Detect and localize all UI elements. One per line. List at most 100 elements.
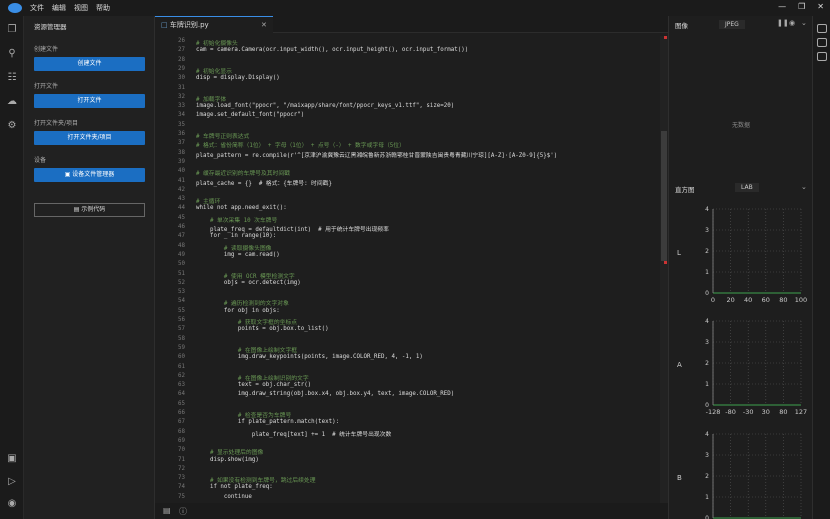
code-line: for obj in objs: xyxy=(196,307,280,314)
code-line: img = cam.read() xyxy=(196,251,280,258)
code-line: # 遍历检测到的文字对象 xyxy=(196,301,289,308)
code-line: points = obj.box.to_list() xyxy=(196,326,329,333)
search-icon[interactable]: ⚲ xyxy=(6,48,18,60)
code-editor: □ 车牌识别.py ✕ 26 # 初始化摄像头 27 cam = camera.Cam… xyxy=(155,16,668,519)
code-line: if not plate_freq: xyxy=(196,484,273,491)
book-icon[interactable]: ☷ xyxy=(6,72,18,84)
cloud-icon[interactable]: ☁ xyxy=(6,96,18,108)
histogram-plot: 43210-128-80-303080127 xyxy=(705,318,807,416)
close-icon[interactable]: ✕ xyxy=(817,2,824,11)
code-line: # 缓存最近识别的车牌号及其时间戳 xyxy=(196,171,290,178)
line-number: 58 xyxy=(178,335,185,342)
code-line: image.set_default_font("ppocr") xyxy=(196,112,305,119)
x-tick-label: 127 xyxy=(795,408,807,416)
line-number: 30 xyxy=(178,75,185,82)
menu-file[interactable]: 文件 xyxy=(30,3,44,13)
histogram-l: L 4 3 2 1 0 0 20 40 60 80 100 xyxy=(669,203,813,311)
line-number: 37 xyxy=(178,140,185,147)
line-number: 74 xyxy=(178,484,185,491)
minimize-icon[interactable]: — xyxy=(778,2,786,11)
pause-icon[interactable]: ❚❚ xyxy=(777,19,789,27)
code-line: # 初始化摄像头 xyxy=(196,41,238,47)
code-line: # 使用 OCR 模型检测文字 xyxy=(196,273,295,280)
chevron-down-icon[interactable]: ⌄ xyxy=(801,19,807,27)
window-icon[interactable] xyxy=(817,52,827,61)
menu-edit[interactable]: 编辑 xyxy=(52,3,66,13)
code-line: plate_freq[text] += 1 # 统计车牌号出现次数 xyxy=(196,431,392,438)
tab-plate-recognition[interactable]: □ 车牌识别.py ✕ xyxy=(155,16,273,33)
menu-view[interactable]: 视图 xyxy=(74,3,88,13)
info-icon[interactable]: ⓘ xyxy=(179,506,187,517)
line-number: 50 xyxy=(178,261,185,268)
code-line: for _ in range(10): xyxy=(196,233,277,240)
x-tick-label: 100 xyxy=(795,296,807,304)
code-line: # 获取文字框的坐标点 xyxy=(196,320,298,326)
line-number: 41 xyxy=(178,177,185,184)
open-file-button[interactable]: 打开文件 xyxy=(34,94,145,108)
code-line: text = obj.char_str() xyxy=(196,382,312,389)
menu-help[interactable]: 帮助 xyxy=(96,3,110,13)
open-folder-button[interactable]: 打开文件夹/项目 xyxy=(34,131,145,145)
line-number: 35 xyxy=(178,121,185,128)
y-tick-label: 2 xyxy=(705,248,709,255)
example-code-label: 示例代码 xyxy=(81,206,106,213)
x-tick-label: -80 xyxy=(725,408,736,416)
code-line: # 格式：省份简称（1位） + 字母（1位） + 点号（-） + 数字或字母（5… xyxy=(196,143,405,150)
restore-icon[interactable]: ❐ xyxy=(798,2,805,11)
line-number: 73 xyxy=(178,475,185,482)
code-line: # 初始化显示 xyxy=(196,68,232,75)
line-number: 49 xyxy=(178,251,185,258)
color-space-select[interactable]: LAB xyxy=(735,183,759,192)
format-select[interactable]: JPEG xyxy=(719,20,745,29)
y-tick-label: 1 xyxy=(705,381,709,388)
line-number: 57 xyxy=(178,326,185,333)
plugin-icon[interactable]: ◉ xyxy=(6,498,18,510)
scrollbar-thumb[interactable] xyxy=(661,131,667,261)
code-line: # 主循环 xyxy=(196,199,221,206)
code-line: image.load_font("ppocr", "/maixapp/share… xyxy=(196,103,455,110)
y-tick-label: 3 xyxy=(705,339,709,346)
scrollbar[interactable] xyxy=(660,36,668,506)
y-tick-label: 3 xyxy=(705,227,709,234)
line-number: 63 xyxy=(178,382,185,389)
chevron-down-icon[interactable]: ⌄ xyxy=(801,183,807,191)
code-line: if plate_pattern.match(text): xyxy=(196,419,340,426)
histogram-title: 直方图 xyxy=(675,186,695,194)
window-controls: — ❐ ✕ xyxy=(778,2,824,11)
image-icon[interactable] xyxy=(817,38,827,47)
device-icon[interactable]: ▣ xyxy=(6,453,18,465)
line-number: 75 xyxy=(178,493,185,500)
x-tick-label: 0 xyxy=(711,296,715,304)
line-number: 69 xyxy=(178,437,185,444)
code-area[interactable]: 26 # 初始化摄像头 27 cam = camera.Camera(ocr.inpu… xyxy=(155,36,660,506)
close-tab-icon[interactable]: ✕ xyxy=(261,17,267,33)
run-icon[interactable]: ▷ xyxy=(6,476,18,488)
line-number: 64 xyxy=(178,391,185,398)
line-number: 52 xyxy=(178,279,185,286)
explorer-icon[interactable]: ❐ xyxy=(6,24,18,36)
code-line: while not app.need_exit(): xyxy=(196,205,287,212)
gear-icon[interactable]: ⚙ xyxy=(6,120,18,132)
example-code-button[interactable]: ▤ 示例代码 xyxy=(34,203,145,217)
code-line: # 如果没有检测到车牌号，跳过后续处理 xyxy=(196,478,316,485)
right-toolbar xyxy=(812,16,830,519)
terminal-icon[interactable]: ▤ xyxy=(163,506,171,515)
record-icon[interactable]: ◉ xyxy=(789,19,795,27)
line-number: 27 xyxy=(178,47,185,54)
camera-icon[interactable] xyxy=(817,24,827,33)
code-line: # 检查是否为车牌号 xyxy=(196,413,292,419)
line-number: 31 xyxy=(178,84,185,91)
preview-panel: 图像 JPEG ❚❚ ◉ ⌄ 无数据 直方图 LAB ⌄ L 4 3 2 1 0 0 20 40… xyxy=(668,16,812,519)
line-number: 29 xyxy=(178,65,185,72)
code-line: disp = display.Display() xyxy=(196,75,280,82)
line-number: 62 xyxy=(178,372,185,379)
device-file-manager-button[interactable]: ▣ 设备文件管理器 xyxy=(34,168,145,182)
x-tick-label: -30 xyxy=(743,408,754,416)
line-number: 39 xyxy=(178,158,185,165)
app-logo-icon xyxy=(8,3,22,13)
create-file-button[interactable]: 创建文件 xyxy=(34,57,145,71)
tab-label: 车牌识别.py xyxy=(169,21,209,29)
create-file-label: 创建文件 xyxy=(34,46,59,53)
app-window: { "menu": ["文件","编辑","视图","帮助"], "sideba… xyxy=(0,0,830,519)
line-number: 26 xyxy=(178,38,185,44)
